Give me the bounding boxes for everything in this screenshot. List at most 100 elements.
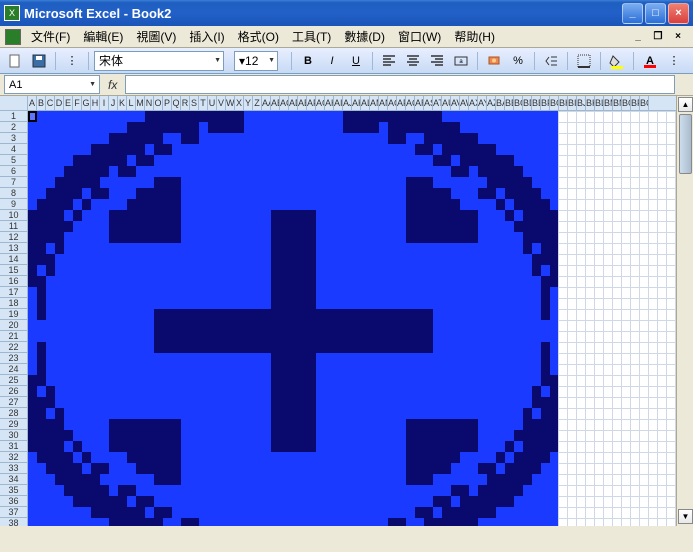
menu-view[interactable]: 視圖(V) (130, 26, 182, 47)
column-header[interactable]: G (82, 96, 91, 111)
scroll-thumb[interactable] (679, 114, 692, 174)
column-header[interactable]: E (64, 96, 73, 111)
row-header[interactable]: 21 (0, 331, 28, 342)
column-header[interactable]: AQ (406, 96, 415, 111)
row-header[interactable]: 34 (0, 474, 28, 485)
column-header[interactable]: I (100, 96, 109, 111)
column-header[interactable]: AU (442, 96, 451, 111)
row-header[interactable]: 2 (0, 122, 28, 133)
column-header[interactable]: AC (280, 96, 289, 111)
align-right-button[interactable] (426, 50, 448, 72)
column-header[interactable]: L (127, 96, 136, 111)
row-header[interactable]: 24 (0, 364, 28, 375)
column-header[interactable]: AK (352, 96, 361, 111)
empty-cells[interactable] (558, 111, 676, 526)
column-header[interactable]: AL (361, 96, 370, 111)
column-header[interactable]: BP (631, 96, 640, 111)
menu-edit[interactable]: 編輯(E) (77, 26, 129, 47)
menu-file[interactable]: 文件(F) (25, 26, 76, 47)
row-header[interactable]: 19 (0, 309, 28, 320)
row-header[interactable]: 5 (0, 155, 28, 166)
column-header[interactable]: Z (253, 96, 262, 111)
column-header[interactable]: BI (568, 96, 577, 111)
column-header[interactable]: AF (307, 96, 316, 111)
column-header[interactable]: BK (586, 96, 595, 111)
fill-color-button[interactable] (606, 50, 628, 72)
menu-insert[interactable]: 插入(I) (183, 26, 230, 47)
column-header[interactable]: BL (595, 96, 604, 111)
decrease-indent-button[interactable] (540, 50, 562, 72)
column-header[interactable]: C (46, 96, 55, 111)
row-header[interactable]: 15 (0, 265, 28, 276)
column-header[interactable]: AG (316, 96, 325, 111)
italic-button[interactable]: I (321, 50, 343, 72)
close-button[interactable]: × (668, 3, 689, 24)
percent-button[interactable]: % (507, 50, 529, 72)
new-button[interactable] (4, 50, 26, 72)
select-all-corner[interactable] (0, 96, 28, 111)
column-header[interactable]: AV (451, 96, 460, 111)
doc-minimize-button[interactable]: _ (631, 30, 645, 44)
column-header[interactable]: J (109, 96, 118, 111)
row-header[interactable]: 14 (0, 254, 28, 265)
row-header[interactable]: 17 (0, 287, 28, 298)
row-header[interactable]: 26 (0, 386, 28, 397)
menu-format[interactable]: 格式(O) (232, 26, 285, 47)
underline-button[interactable]: U (345, 50, 367, 72)
formula-input[interactable] (125, 75, 675, 94)
row-header[interactable]: 8 (0, 188, 28, 199)
column-header[interactable]: AH (325, 96, 334, 111)
column-header[interactable]: BG (550, 96, 559, 111)
column-header[interactable]: AY (478, 96, 487, 111)
row-header[interactable]: 25 (0, 375, 28, 386)
row-header[interactable]: 23 (0, 353, 28, 364)
column-header[interactable]: B (37, 96, 46, 111)
align-left-button[interactable] (378, 50, 400, 72)
merge-center-button[interactable]: a (450, 50, 472, 72)
menu-data[interactable]: 數據(D) (338, 26, 391, 47)
row-header[interactable]: 12 (0, 232, 28, 243)
maximize-button[interactable]: □ (645, 3, 666, 24)
column-header[interactable]: BE (532, 96, 541, 111)
minimize-button[interactable]: _ (622, 3, 643, 24)
row-header[interactable]: 11 (0, 221, 28, 232)
scroll-down-button[interactable]: ▼ (678, 509, 693, 524)
row-header[interactable]: 20 (0, 320, 28, 331)
column-header[interactable]: BA (496, 96, 505, 111)
doc-close-button[interactable]: × (671, 30, 685, 44)
font-name-select[interactable]: 宋体 (94, 51, 224, 71)
row-header[interactable]: 22 (0, 342, 28, 353)
column-header[interactable]: BH (559, 96, 568, 111)
column-header[interactable]: Q (172, 96, 181, 111)
row-header[interactable]: 37 (0, 507, 28, 518)
row-header[interactable]: 1 (0, 111, 28, 122)
column-header[interactable]: AO (388, 96, 397, 111)
menu-window[interactable]: 窗口(W) (392, 26, 447, 47)
name-box[interactable]: A1 (4, 75, 100, 94)
doc-restore-button[interactable]: ❐ (651, 30, 665, 44)
column-header[interactable]: BQ (640, 96, 649, 111)
column-header[interactable]: Y (244, 96, 253, 111)
row-header[interactable]: 6 (0, 166, 28, 177)
column-header[interactable]: N (145, 96, 154, 111)
column-header[interactable]: U (208, 96, 217, 111)
row-header[interactable]: 18 (0, 298, 28, 309)
column-header[interactable]: P (163, 96, 172, 111)
row-header[interactable]: 38 (0, 518, 28, 526)
column-header[interactable]: F (73, 96, 82, 111)
row-header[interactable]: 32 (0, 452, 28, 463)
column-header[interactable]: AJ (343, 96, 352, 111)
column-header[interactable]: BD (523, 96, 532, 111)
column-header[interactable]: BC (514, 96, 523, 111)
borders-button[interactable] (573, 50, 595, 72)
toolbar-options-button[interactable]: ⋮ (61, 50, 83, 72)
column-header[interactable]: O (154, 96, 163, 111)
row-header[interactable]: 16 (0, 276, 28, 287)
column-header[interactable]: K (118, 96, 127, 111)
menu-tools[interactable]: 工具(T) (286, 26, 337, 47)
row-header[interactable]: 30 (0, 430, 28, 441)
column-header[interactable]: AW (460, 96, 469, 111)
format-options-button[interactable]: ⋮ (663, 50, 685, 72)
column-header[interactable]: AX (469, 96, 478, 111)
row-header[interactable]: 13 (0, 243, 28, 254)
